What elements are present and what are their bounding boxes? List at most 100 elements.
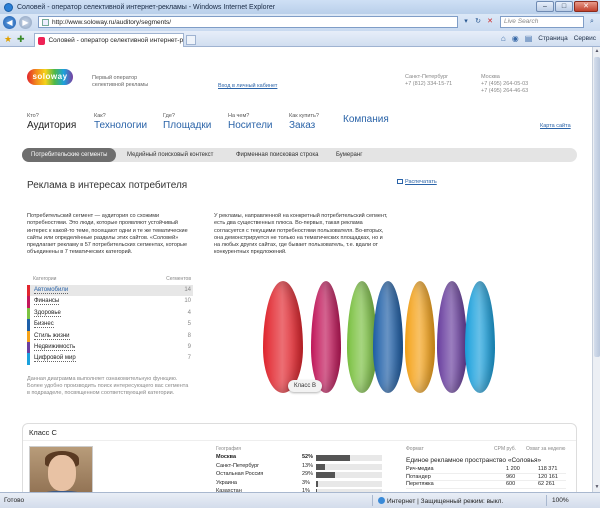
category-row[interactable]: Стиль жизни 8 xyxy=(27,330,193,342)
print-icon[interactable]: ▤ xyxy=(525,34,533,43)
forward-button[interactable]: ▶ xyxy=(19,16,32,29)
print-label: Распечатать xyxy=(405,179,437,185)
category-name[interactable]: Здоровье xyxy=(34,310,61,317)
dropdown-arrow-icon[interactable]: ▾ xyxy=(460,16,472,28)
main-nav: Кто? Аудитория Как? Технологии Где? Площ… xyxy=(27,113,587,135)
scroll-thumb[interactable] xyxy=(594,57,600,357)
format-group-title: Единое рекламное пространство «Соловья» xyxy=(406,457,542,464)
category-name[interactable]: Бизнес xyxy=(34,321,54,329)
class-b-button[interactable]: Класс В xyxy=(288,380,323,392)
minimize-button[interactable]: – xyxy=(536,1,554,12)
category-note: Данная диаграмма выполняет ознакомительн… xyxy=(27,376,189,396)
close-button[interactable]: ✕ xyxy=(574,1,598,12)
segment-leaf[interactable] xyxy=(465,281,495,393)
page-scrollbar[interactable]: ▲ ▼ xyxy=(592,47,600,492)
geo-name: Украина xyxy=(216,479,237,486)
search-input[interactable]: Live Search xyxy=(500,16,584,28)
favorites-star-icon[interactable]: ★ xyxy=(4,34,12,45)
contact-moscow: Москва +7 (495) 264-05-03 +7 (495) 264-4… xyxy=(481,74,528,95)
refresh-icon[interactable]: ↻ xyxy=(472,16,484,28)
category-row[interactable]: Здоровье 4 xyxy=(27,307,193,320)
category-count: 14 xyxy=(184,287,191,293)
tools-menu[interactable]: Сервис xyxy=(574,35,596,42)
panel-title: Класс С xyxy=(29,428,57,437)
zone-text: Интернет | Защищенный режим: выкл. xyxy=(387,498,504,505)
stop-icon[interactable]: ✕ xyxy=(484,16,496,28)
category-row[interactable]: Цифровой мир 7 xyxy=(27,353,193,365)
subnav-boomerang[interactable]: Бумеранг xyxy=(327,148,371,162)
segments-diagram[interactable] xyxy=(255,275,535,395)
geo-row: Санкт-Петербург 13% xyxy=(216,463,386,472)
category-row[interactable]: Недвижимость 9 xyxy=(27,341,193,354)
category-table-header: Категории Сегментов xyxy=(27,276,193,285)
printer-icon xyxy=(397,179,403,184)
segments-header-label: Сегментов xyxy=(166,276,191,282)
segment-leaf[interactable] xyxy=(311,281,341,393)
person-photo xyxy=(29,446,93,492)
category-name[interactable]: Цифровой мир xyxy=(34,355,76,363)
cabinet-link[interactable]: Вход в личный кабинет xyxy=(218,83,277,89)
segment-leaf[interactable] xyxy=(263,281,303,393)
ie-icon xyxy=(4,2,13,12)
search-icon[interactable]: ⌕ xyxy=(586,16,598,28)
contact-spb: Санкт-Петербург +7 (812) 334-15-71 xyxy=(405,74,452,88)
maximize-button[interactable]: □ xyxy=(555,1,573,12)
print-link[interactable]: Распечатать xyxy=(397,179,437,185)
format-name: Рич-медиа xyxy=(406,466,434,472)
category-name[interactable]: Недвижимость xyxy=(34,344,76,351)
zoom-level[interactable]: 100% xyxy=(552,497,569,504)
nav-item-auditory[interactable]: Кто? Аудитория xyxy=(27,113,76,131)
geo-pct: 29% xyxy=(302,471,314,477)
segment-leaf[interactable] xyxy=(437,281,467,393)
new-tab-button[interactable] xyxy=(186,35,196,45)
city-phone: +7 (495) 264-05-03 xyxy=(481,81,529,87)
subnav-media-context[interactable]: Медийный поисковый контекст xyxy=(118,148,222,162)
format-header: Формат CPM руб. Охват за неделю xyxy=(406,446,566,454)
geo-pct: 13% xyxy=(302,462,314,469)
window-title: Соловей - оператор селективной интернет-… xyxy=(17,3,276,11)
city-name: Санкт-Петербург xyxy=(405,74,449,80)
scroll-up-arrow-icon[interactable]: ▲ xyxy=(594,48,600,55)
category-row[interactable]: Бизнес 5 xyxy=(27,319,193,331)
format-row: Перетяжка 600 62 261 xyxy=(406,481,566,489)
nav-item-company[interactable]: Компания xyxy=(343,113,389,125)
site-logo[interactable]: soloway xyxy=(27,69,73,85)
add-favorites-icon[interactable]: ✚ xyxy=(17,34,25,45)
geo-pct: 3% xyxy=(302,479,310,486)
nav-item-technologies[interactable]: Как? Технологии xyxy=(94,113,147,131)
nav-label: Заказ xyxy=(289,120,316,131)
category-count: 8 xyxy=(187,332,191,339)
nav-item-order[interactable]: Как купить? Заказ xyxy=(289,113,319,131)
nav-label: Технологии xyxy=(94,120,148,131)
address-bar: ◀ ▶ http://www.soloway.ru/auditory/segme… xyxy=(0,14,600,31)
sitemap-link[interactable]: Карта сайта xyxy=(540,123,571,129)
category-row[interactable]: Финансы 10 xyxy=(27,296,193,308)
feeds-icon[interactable]: ◉ xyxy=(512,34,519,43)
segment-leaf[interactable] xyxy=(373,281,403,393)
page-menu[interactable]: Страница xyxy=(538,35,567,42)
category-name[interactable]: Финансы xyxy=(34,298,60,306)
browser-tab[interactable]: Соловей - оператор селективной интернет-… xyxy=(34,33,184,47)
geo-name: Санкт-Петербург xyxy=(216,462,260,469)
category-count: 10 xyxy=(184,298,191,305)
class-panel: Класс С География Москва 52% Санкт-Петербу… xyxy=(22,423,577,492)
back-button[interactable]: ◀ xyxy=(3,16,16,29)
subnav-consumer-segments[interactable]: Потребительские сегменты xyxy=(22,148,117,162)
nav-item-carriers[interactable]: На чем? Носители xyxy=(228,113,273,131)
category-name[interactable]: Стиль жизни xyxy=(34,333,70,340)
category-name[interactable]: Автомобили xyxy=(34,287,69,294)
sub-nav: Потребительские сегменты Медийный поиско… xyxy=(22,148,577,162)
url-field[interactable]: http://www.soloway.ru/auditory/segments/ xyxy=(38,16,458,28)
subnav-brand-search[interactable]: Фирменная поисковая строка xyxy=(227,148,327,162)
format-reach: 118 371 xyxy=(538,466,558,472)
home-icon[interactable]: ⌂ xyxy=(501,34,506,43)
scroll-down-arrow-icon[interactable]: ▼ xyxy=(594,484,600,491)
nav-item-platforms[interactable]: Где? Площадки xyxy=(163,113,211,131)
segment-leaf[interactable] xyxy=(405,281,435,393)
geography-header: География xyxy=(216,446,241,452)
nav-label: Площадки xyxy=(163,120,212,131)
format-reach: 120 161 xyxy=(538,473,558,480)
format-name: Перетяжка xyxy=(406,481,434,487)
category-row[interactable]: Автомобили 14 xyxy=(27,285,193,297)
page-viewport: soloway Первый оператор селективной рекл… xyxy=(0,47,592,492)
